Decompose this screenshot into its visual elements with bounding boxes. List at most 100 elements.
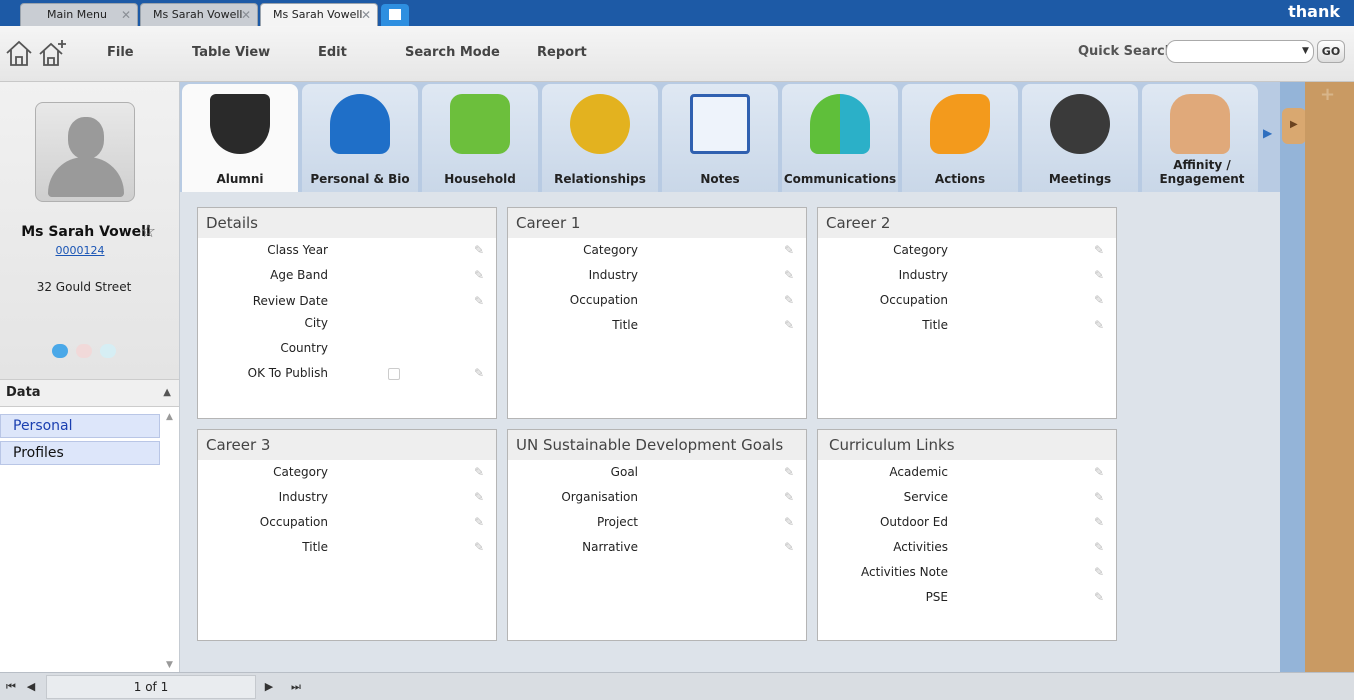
tile-label: Personal & Bio (310, 172, 410, 186)
chevron-down-icon[interactable]: ▼ (1302, 46, 1309, 56)
tile-meetings[interactable]: Meetings (1022, 84, 1138, 192)
chevron-up-icon[interactable]: ▲ (163, 380, 171, 406)
field-label: Category (583, 243, 638, 257)
hand-icon[interactable] (52, 344, 68, 358)
badge-icons (52, 344, 120, 360)
close-icon[interactable]: ✕ (121, 4, 131, 26)
drawer-handle[interactable]: ▶ (1282, 108, 1306, 144)
pencil-icon[interactable]: ✎ (474, 515, 484, 529)
pencil-icon[interactable]: ✎ (474, 243, 484, 257)
menu-table-view[interactable]: Table View (192, 45, 270, 60)
field-label: Class Year (267, 243, 328, 257)
last-record-icon[interactable]: ⏭ (285, 677, 307, 697)
tab-contact-2[interactable]: Ms Sarah Vowell ✕ (260, 3, 378, 26)
tile-label: Affinity / Engagement (1159, 158, 1245, 186)
avatar[interactable] (35, 102, 135, 202)
contact-id-link[interactable]: 0000124 (0, 244, 160, 257)
tile-household[interactable]: Household (422, 84, 538, 192)
data-section-header[interactable]: Data ▲ (0, 379, 179, 407)
pencil-icon[interactable]: ✎ (784, 490, 794, 504)
panel-title: Career 1 (508, 208, 806, 238)
pencil-icon[interactable]: ✎ (1094, 465, 1104, 479)
ok-to-publish-checkbox[interactable] (388, 368, 400, 380)
pencil-icon[interactable]: ✎ (474, 465, 484, 479)
meeting-table-icon (1050, 94, 1110, 154)
window-tab-bar: Main Menu ✕ Ms Sarah Vowell ✕ Ms Sarah V… (0, 0, 1354, 26)
thumbs-up-icon (1170, 94, 1230, 154)
pencil-icon[interactable]: ✎ (784, 515, 794, 529)
field-label: Category (273, 465, 328, 479)
tab-label: Main Menu (47, 8, 107, 21)
panel-title: Career 3 (198, 430, 496, 460)
rings-icon (570, 94, 630, 154)
tile-relationships[interactable]: Relationships (542, 84, 658, 192)
pencil-icon[interactable]: ✎ (784, 465, 794, 479)
plus-icon[interactable]: + (1320, 84, 1335, 105)
data-header-label: Data (6, 385, 41, 400)
panel-title: Curriculum Links (818, 430, 1116, 460)
pencil-icon[interactable]: ✎ (474, 540, 484, 554)
new-tab-home-icon[interactable] (381, 4, 409, 26)
home-icon[interactable] (4, 38, 34, 68)
menu-search-mode[interactable]: Search Mode (405, 45, 500, 60)
clipboard-icon (690, 94, 750, 154)
record-pager: ⏮ ◀ 1 of 1 ▶ ⏭ (0, 672, 1354, 700)
pencil-icon[interactable]: ✎ (1094, 565, 1104, 579)
scroll-up-icon[interactable]: ▲ (166, 412, 173, 422)
sidebar-item-profiles[interactable]: Profiles (0, 441, 160, 465)
graduation-cap-icon (210, 94, 270, 154)
pencil-icon[interactable]: ✎ (474, 490, 484, 504)
group-icon[interactable] (99, 344, 116, 358)
tile-affinity-engagement[interactable]: Affinity / Engagement (1142, 84, 1258, 192)
panel-title: Details (198, 208, 496, 238)
star-icon[interactable]: ☆ (140, 221, 156, 242)
pencil-icon[interactable]: ✎ (784, 293, 794, 307)
next-record-icon[interactable]: ▶ (258, 677, 280, 697)
field-label: Title (612, 318, 638, 332)
tile-label: Communications (783, 172, 897, 186)
close-icon[interactable]: ✕ (241, 4, 251, 26)
pencil-icon[interactable]: ✎ (474, 268, 484, 282)
pencil-icon[interactable]: ✎ (474, 294, 484, 308)
sidebar-item-personal[interactable]: Personal (0, 414, 160, 438)
sidebar-scrollbar[interactable]: ▲ ▼ (164, 412, 178, 670)
tile-label: Meetings (1048, 172, 1112, 186)
field-label: Academic (889, 465, 948, 479)
pencil-icon[interactable]: ✎ (1094, 268, 1104, 282)
tile-notes[interactable]: Notes (662, 84, 778, 192)
running-person-icon (930, 94, 990, 154)
quick-search-go-button[interactable]: GO (1317, 40, 1345, 63)
pencil-icon[interactable]: ✎ (784, 268, 794, 282)
pencil-icon[interactable]: ✎ (1094, 590, 1104, 604)
pencil-icon[interactable]: ✎ (1094, 490, 1104, 504)
menu-edit[interactable]: Edit (318, 45, 347, 60)
pencil-icon[interactable]: ✎ (1094, 515, 1104, 529)
quick-search-input[interactable] (1166, 40, 1314, 63)
pencil-icon[interactable]: ✎ (1094, 540, 1104, 554)
tab-main-menu[interactable]: Main Menu ✕ (20, 3, 138, 26)
previous-record-icon[interactable]: ◀ (20, 677, 42, 697)
scroll-down-icon[interactable]: ▼ (166, 660, 173, 670)
pencil-icon[interactable]: ✎ (784, 318, 794, 332)
tile-actions[interactable]: Actions (902, 84, 1018, 192)
field-label: Activities Note (861, 565, 948, 579)
handshake-icon[interactable] (75, 344, 92, 358)
field-label: Organisation (561, 490, 638, 504)
tile-communications[interactable]: Communications (782, 84, 898, 192)
panel-title: UN Sustainable Development Goals (508, 430, 806, 460)
menu-file[interactable]: File (107, 45, 134, 60)
pencil-icon[interactable]: ✎ (784, 243, 794, 257)
tiles-next-arrow-icon[interactable]: ▶ (1263, 126, 1272, 140)
pencil-icon[interactable]: ✎ (474, 366, 484, 380)
menu-report[interactable]: Report (537, 45, 587, 60)
pencil-icon[interactable]: ✎ (1094, 293, 1104, 307)
tile-personal-bio[interactable]: Personal & Bio (302, 84, 418, 192)
close-icon[interactable]: ✕ (361, 4, 371, 26)
add-home-icon[interactable] (38, 38, 68, 68)
first-record-icon[interactable]: ⏮ (0, 677, 22, 697)
tab-contact-1[interactable]: Ms Sarah Vowell ✕ (140, 3, 258, 26)
pencil-icon[interactable]: ✎ (1094, 243, 1104, 257)
tile-alumni[interactable]: Alumni (182, 84, 298, 192)
pencil-icon[interactable]: ✎ (1094, 318, 1104, 332)
pencil-icon[interactable]: ✎ (784, 540, 794, 554)
